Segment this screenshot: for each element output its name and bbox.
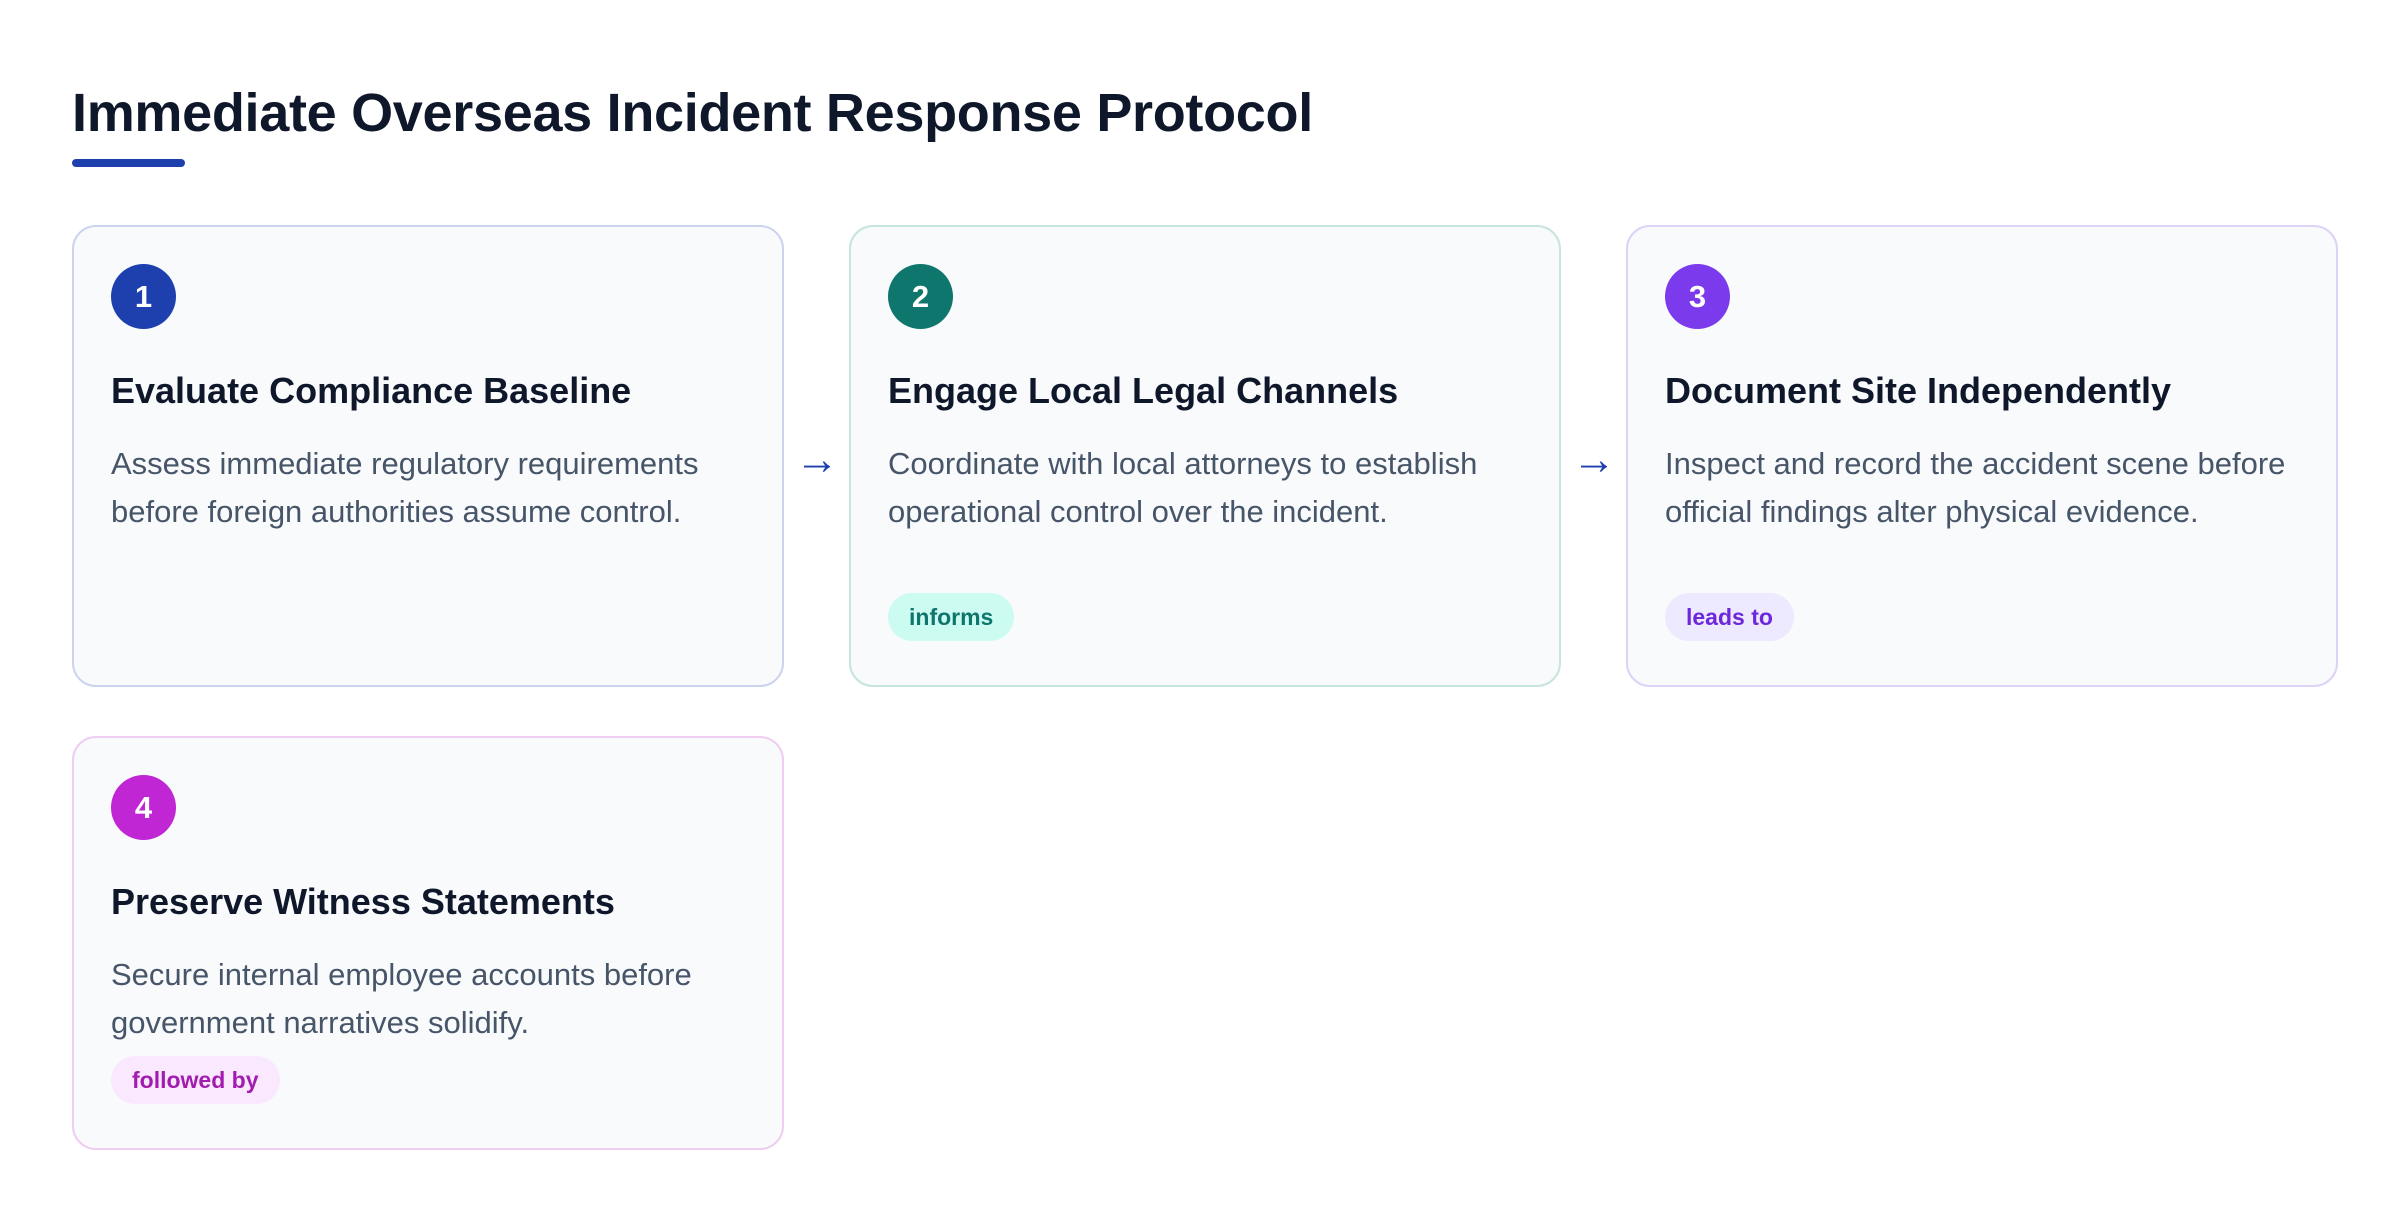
page-title: Immediate Overseas Incident Response Pro… [72, 83, 1313, 143]
relation-tag: leads to [1665, 593, 1794, 641]
protocol-page: Immediate Overseas Incident Response Pro… [0, 0, 2400, 1216]
step-title: Document Site Independently [1665, 370, 2172, 411]
step-description: Coordinate with local attorneys to estab… [888, 446, 1478, 529]
step-description: Assess immediate regulatory requirements… [111, 446, 699, 529]
relation-tag: followed by [111, 1056, 280, 1104]
right-arrow-icon: → [1572, 435, 1616, 484]
step-title: Engage Local Legal Channels [888, 370, 1399, 411]
step-title: Preserve Witness Statements [111, 881, 615, 922]
step-card-4: 4 Preserve Witness Statements Secure int… [72, 736, 784, 1150]
step-number-badge: 1 [111, 264, 176, 329]
right-arrow-icon: → [795, 435, 839, 484]
step-title: Evaluate Compliance Baseline [111, 370, 632, 411]
step-description: Secure internal employee accounts before… [111, 957, 692, 1040]
step-card-3: 3 Document Site Independently Inspect an… [1626, 225, 2338, 687]
step-number-badge: 4 [111, 775, 176, 840]
step-card-2: 2 Engage Local Legal Channels Coordinate… [849, 225, 1561, 687]
step-number-badge: 3 [1665, 264, 1730, 329]
title-underline [72, 159, 185, 167]
relation-tag: informs [888, 593, 1015, 641]
step-card-1: 1 Evaluate Compliance Baseline Assess im… [72, 225, 784, 687]
step-number-badge: 2 [888, 264, 953, 329]
step-description: Inspect and record the accident scene be… [1665, 446, 2286, 529]
